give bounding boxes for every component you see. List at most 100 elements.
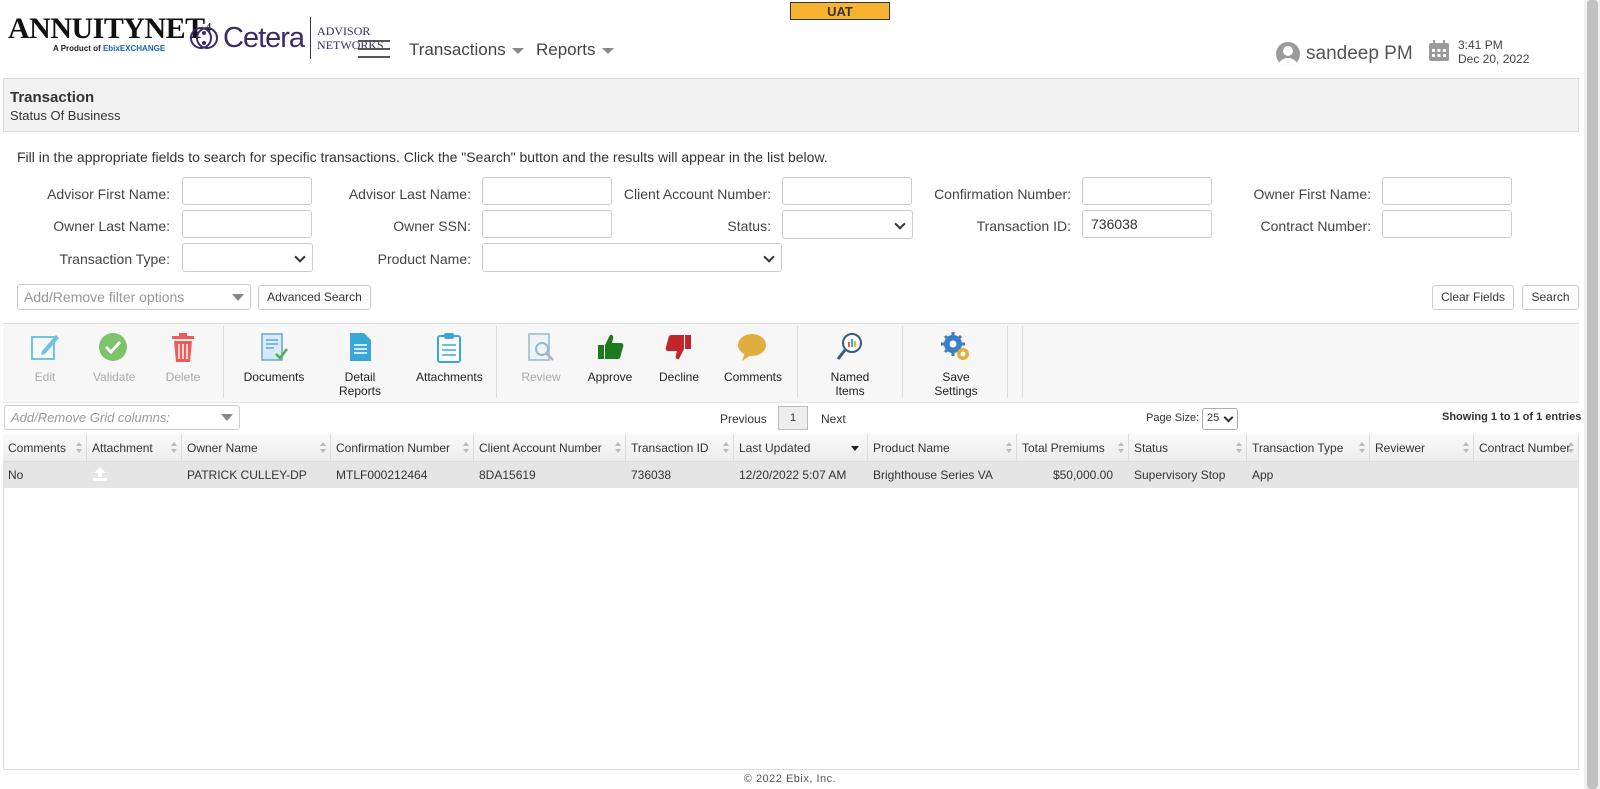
- cell-reviewer: [1370, 462, 1375, 488]
- nav-reports[interactable]: Reports: [536, 40, 614, 60]
- column-header-contract-number[interactable]: Contract Number: [1474, 434, 1579, 462]
- column-header-label: Reviewer: [1375, 441, 1426, 455]
- speech-bubble-icon: [738, 334, 766, 361]
- sort-icon: [615, 442, 621, 454]
- column-header-product-name[interactable]: Product Name: [868, 434, 1017, 462]
- search-button[interactable]: Search: [1522, 285, 1579, 310]
- page-scrollbar-thumb[interactable]: [1587, 0, 1598, 789]
- delete-button[interactable]: Delete: [165, 331, 201, 384]
- trash-icon: [172, 333, 194, 362]
- column-header-reviewer[interactable]: Reviewer: [1370, 434, 1474, 462]
- validate-button[interactable]: Validate: [93, 331, 135, 384]
- confirmation-number-input[interactable]: [1082, 177, 1212, 205]
- column-header-confirmation-number[interactable]: Confirmation Number: [331, 434, 474, 462]
- decline-button[interactable]: Decline: [656, 331, 702, 384]
- page-size-value: 25: [1207, 412, 1220, 424]
- cell-last-updated: 12/20/2022 5:07 AM: [739, 468, 847, 482]
- detail-reports-button[interactable]: Detail Reports: [323, 331, 397, 398]
- pager-previous[interactable]: Previous: [720, 412, 767, 426]
- clock-date: Dec 20, 2022: [1458, 52, 1530, 66]
- pager-current-page[interactable]: 1: [778, 406, 808, 430]
- filter-options-placeholder: Add/Remove filter options: [24, 289, 185, 305]
- owner-first-name-input[interactable]: [1382, 177, 1512, 205]
- sort-icon: [1568, 442, 1574, 454]
- documents-icon: [261, 333, 288, 361]
- save-settings-button[interactable]: Save Settings: [920, 331, 992, 398]
- attachments-button[interactable]: Attachments: [416, 331, 483, 384]
- toolbar-divider: [223, 326, 224, 398]
- toolbar-divider: [1022, 326, 1023, 398]
- edit-icon: [31, 335, 59, 360]
- sort-icon: [463, 442, 469, 454]
- delete-label: Delete: [165, 370, 201, 384]
- sort-icon: [76, 442, 82, 454]
- attachment-cell[interactable]: [87, 462, 182, 488]
- product-of-label: A Product of: [53, 44, 101, 53]
- sort-icon: [1463, 442, 1469, 454]
- column-header-owner-name[interactable]: Owner Name: [182, 434, 331, 462]
- owner-last-name-input[interactable]: [182, 210, 312, 238]
- documents-button[interactable]: Documents: [242, 331, 306, 384]
- user-menu[interactable]: sandeep PM: [1276, 42, 1413, 66]
- column-header-status[interactable]: Status: [1129, 434, 1247, 462]
- column-header-total-premiums[interactable]: Total Premiums: [1017, 434, 1129, 462]
- page-title: Transaction: [10, 89, 95, 106]
- environment-badge: UAT: [790, 2, 890, 20]
- nav-reports-label: Reports: [536, 40, 596, 59]
- status-label: Status:: [727, 218, 771, 234]
- review-button[interactable]: Review: [520, 331, 562, 384]
- product-name-label: Product Name:: [377, 251, 471, 267]
- column-header-transaction-id[interactable]: Transaction ID: [626, 434, 734, 462]
- column-header-label: Transaction ID: [631, 441, 709, 455]
- footer-copyright: © 2022 Ebix, Inc.: [743, 773, 837, 785]
- toolbar-divider: [797, 326, 798, 398]
- nav-transactions[interactable]: Transactions: [409, 40, 524, 60]
- named-items-button[interactable]: Named Items: [815, 331, 885, 398]
- column-header-last-updated[interactable]: Last Updated: [734, 434, 868, 462]
- dropdown-arrow-icon: [221, 414, 233, 421]
- sort-descending-icon: [851, 446, 859, 451]
- hamburger-menu-icon[interactable]: [358, 40, 390, 60]
- comments-label: Comments: [724, 370, 783, 384]
- datetime-display: 3:41 PM Dec 20, 2022: [1428, 38, 1529, 66]
- attachments-label: Attachments: [416, 370, 483, 384]
- chevron-down-icon: [511, 47, 524, 54]
- comments-button[interactable]: Comments: [724, 331, 783, 384]
- page-size-select[interactable]: 25: [1202, 408, 1238, 430]
- ebix-exchange-label: EbixEXCHANGE: [102, 44, 166, 53]
- column-header-transaction-type[interactable]: Transaction Type: [1247, 434, 1370, 462]
- calendar-icon: [1429, 40, 1449, 61]
- transaction-type-select[interactable]: [182, 243, 313, 272]
- cell-client-account-number: 8DA15619: [479, 468, 536, 482]
- status-select[interactable]: [782, 210, 913, 239]
- owner-ssn-input[interactable]: [482, 210, 612, 238]
- contract-number-input[interactable]: [1382, 210, 1512, 238]
- edit-button[interactable]: Edit: [27, 331, 63, 384]
- toolbar-divider: [496, 326, 497, 398]
- advisor-first-name-input[interactable]: [182, 177, 312, 205]
- advanced-search-button[interactable]: Advanced Search: [258, 285, 371, 310]
- column-header-attachment[interactable]: Attachment: [87, 434, 182, 462]
- column-header-label: Total Premiums: [1022, 441, 1105, 455]
- cell-confirmation-number: MTLF000212464: [336, 468, 428, 482]
- sort-icon: [1236, 442, 1242, 454]
- upload-icon: [93, 467, 107, 481]
- product-name-select[interactable]: [482, 243, 782, 272]
- pager-next[interactable]: Next: [821, 412, 846, 426]
- cell-status: Supervisory Stop: [1134, 468, 1226, 482]
- approve-button[interactable]: Approve: [586, 331, 634, 384]
- grid-columns-combobox[interactable]: Add/Remove Grid columns:: [4, 405, 240, 430]
- cetera-wordmark: Cetera: [223, 21, 305, 54]
- transaction-id-input[interactable]: [1082, 210, 1212, 238]
- cell-total-premiums: $50,000.00: [1052, 468, 1113, 482]
- clear-fields-button[interactable]: Clear Fields: [1432, 285, 1514, 310]
- column-header-client-account-number[interactable]: Client Account Number: [474, 434, 626, 462]
- column-header-comments[interactable]: Comments: [3, 434, 87, 462]
- advisor-last-name-input[interactable]: [482, 177, 612, 205]
- confirmation-number-label: Confirmation Number:: [934, 186, 1071, 202]
- column-header-label: Confirmation Number: [336, 441, 451, 455]
- client-account-number-input[interactable]: [782, 177, 912, 205]
- cell-product-name: Brighthouse Series VA: [873, 468, 993, 482]
- column-header-label: Attachment: [92, 441, 153, 455]
- filter-options-combobox[interactable]: Add/Remove filter options: [17, 284, 251, 310]
